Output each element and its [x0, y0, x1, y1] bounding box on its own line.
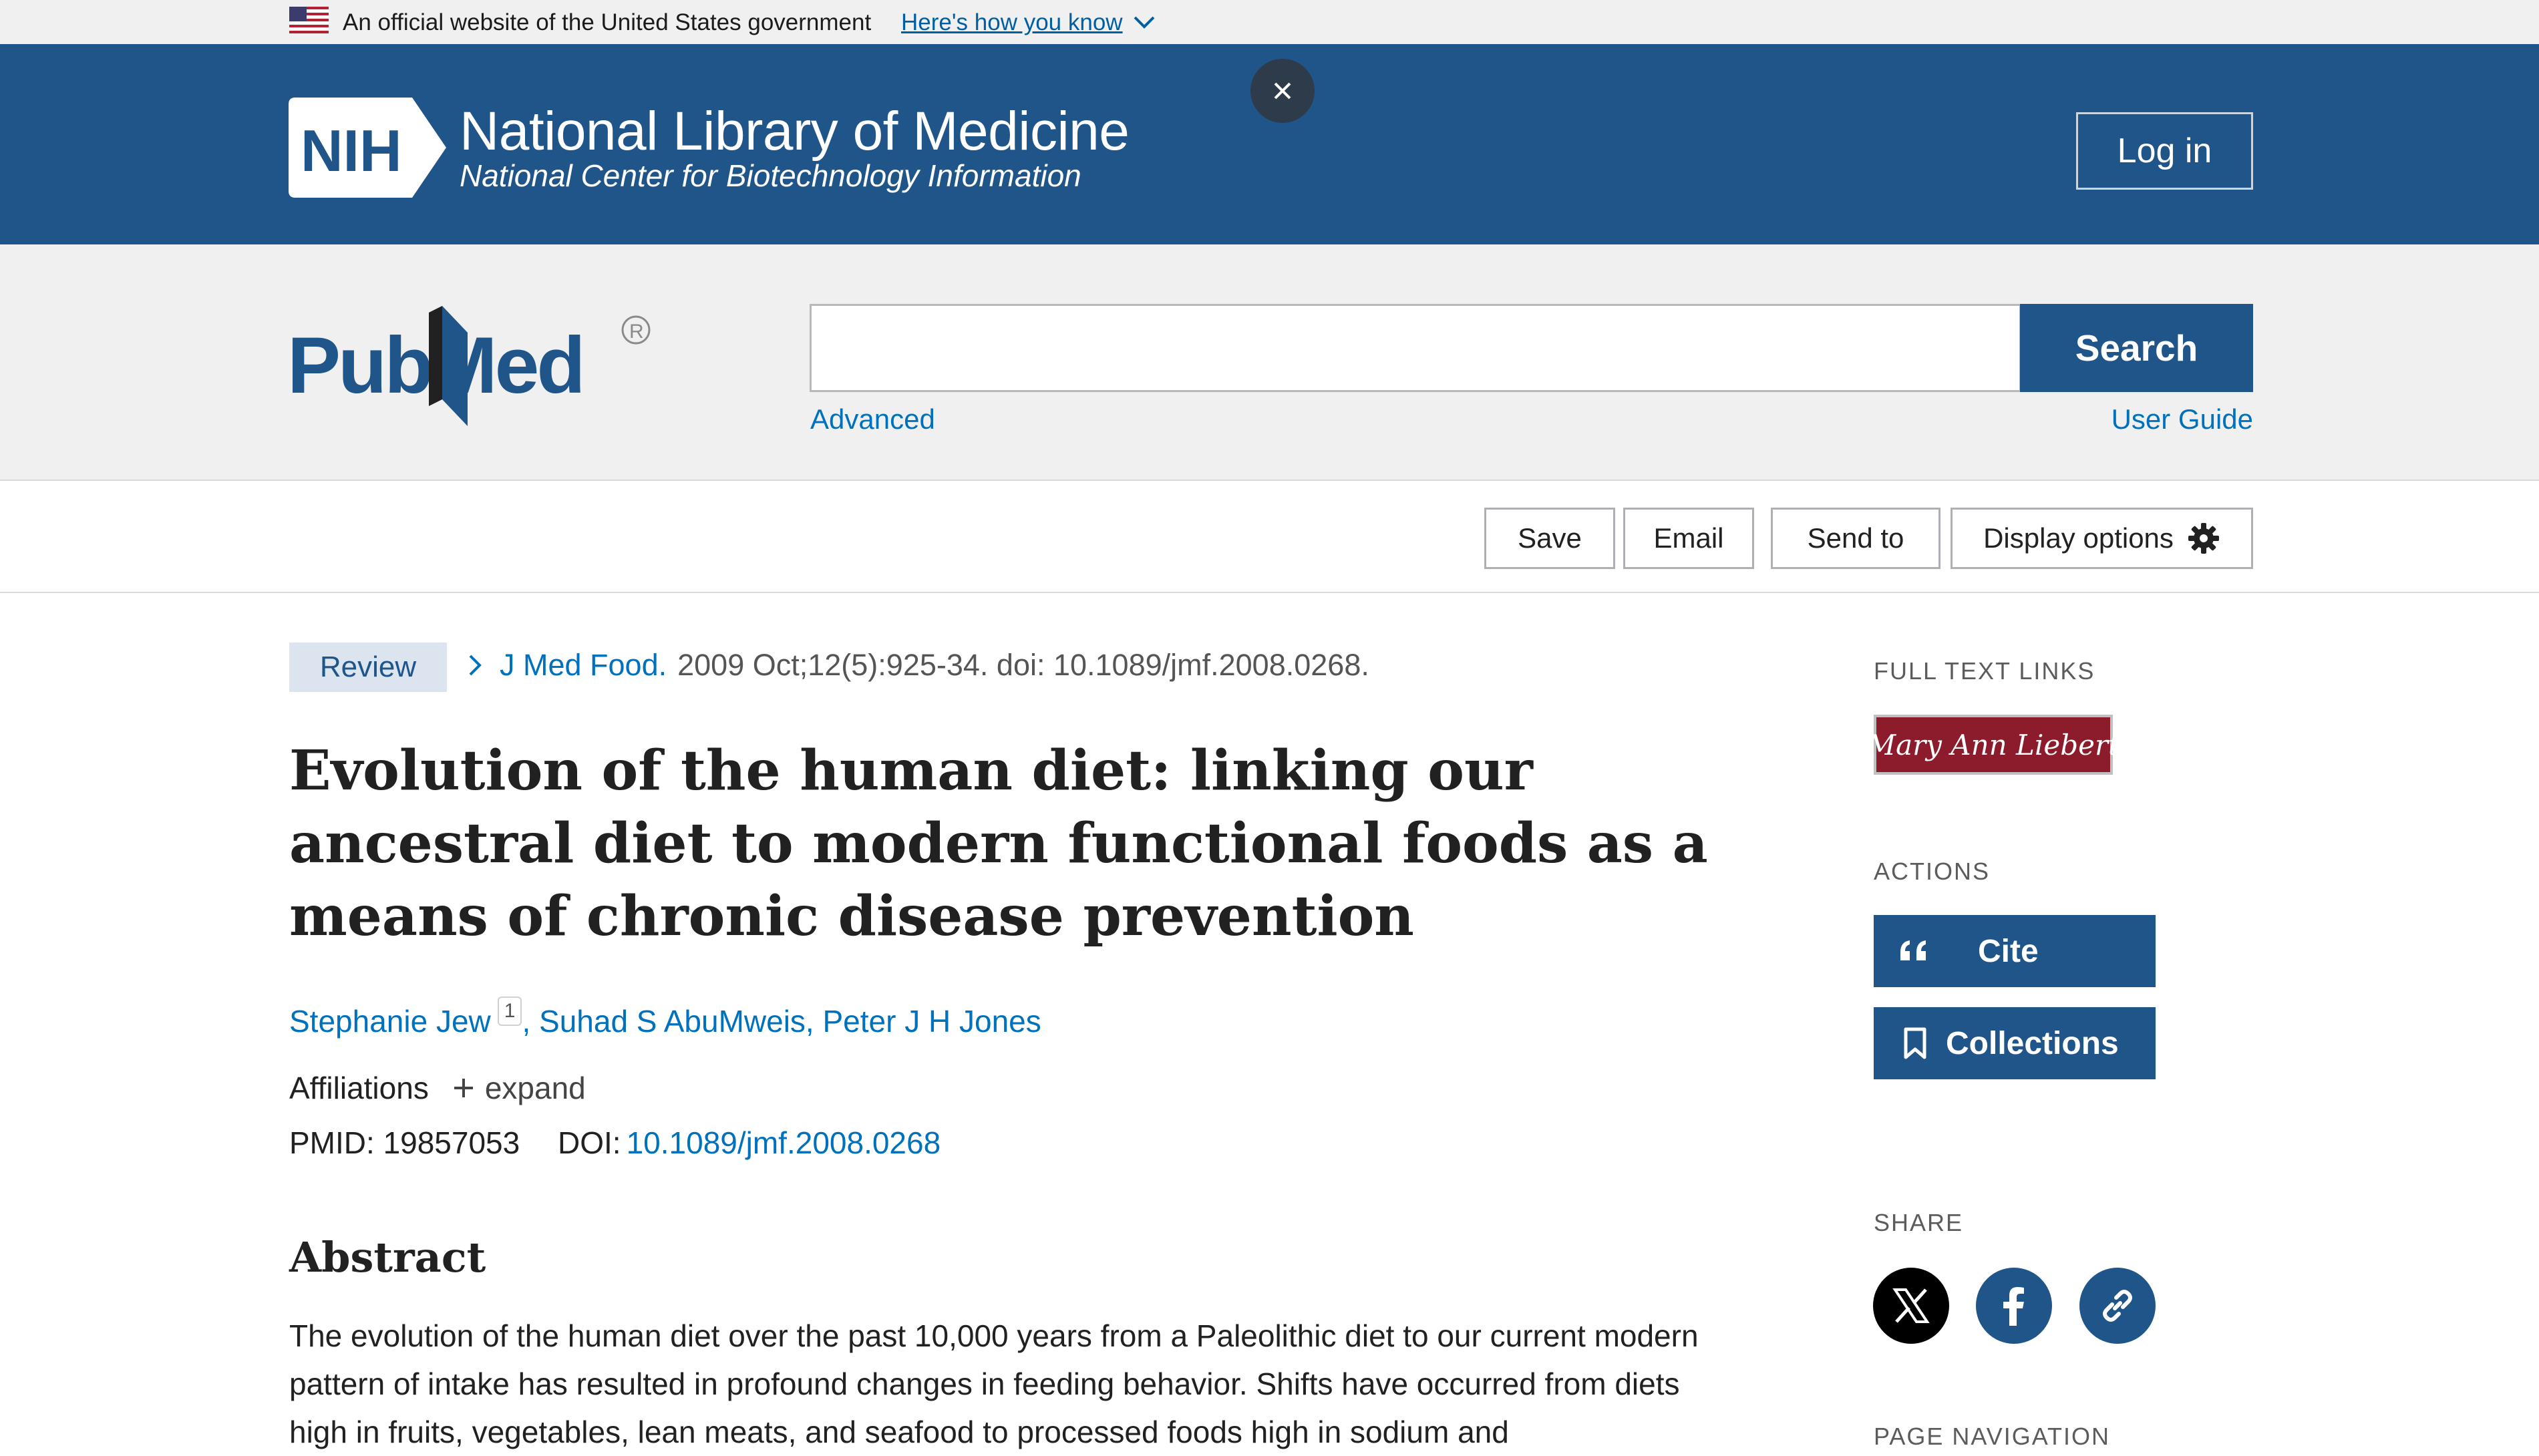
collections-label: Collections	[1946, 1025, 2119, 1061]
close-icon	[1274, 82, 1291, 100]
search-button[interactable]: Search	[2020, 304, 2253, 392]
nih-logo-text: NIH	[301, 118, 402, 184]
login-button[interactable]: Log in	[2076, 112, 2253, 190]
advanced-search-link[interactable]: Advanced	[810, 403, 935, 435]
link-icon	[2103, 1290, 2132, 1322]
facebook-icon	[2003, 1287, 2024, 1326]
doi-link[interactable]: 10.1089/jmf.2008.0268	[627, 1125, 941, 1160]
cite-label: Cite	[1978, 933, 2039, 969]
author-list: Stephanie Jew 1, Suhad S AbuMweis, Peter …	[289, 996, 1041, 1039]
share-heading: SHARE	[1874, 1209, 1964, 1236]
citation-line: J Med Food. 2009 Oct;12(5):925-34. doi: …	[466, 648, 1369, 683]
page-navigation-heading: PAGE NAVIGATION	[1874, 1423, 2111, 1450]
chevron-down-icon[interactable]	[1131, 12, 1158, 33]
search-input[interactable]	[810, 304, 2021, 392]
abstract-text: The evolution of the human diet over the…	[289, 1318, 1699, 1449]
affiliations-row: Affiliations expand	[289, 1070, 586, 1106]
copy-link-button[interactable]	[2079, 1268, 2156, 1344]
article-toolbar: Save Email Send to Display options	[0, 481, 2539, 593]
search-area: PubMed R Search Advanced User Guide	[0, 244, 2539, 481]
cite-button[interactable]: Cite	[1874, 915, 2156, 987]
actions-heading: ACTIONS	[1874, 858, 1991, 885]
publisher-logo-text: Mary Ann Liebert	[1867, 728, 2120, 761]
user-guide-link[interactable]: User Guide	[2111, 403, 2253, 435]
affiliations-expand-toggle[interactable]: expand	[452, 1070, 586, 1106]
share-facebook-button[interactable]	[1976, 1268, 2052, 1344]
affiliations-label: Affiliations	[289, 1071, 429, 1105]
x-logo-icon	[1892, 1288, 1930, 1323]
author-link[interactable]: Stephanie Jew	[289, 1004, 491, 1039]
plus-icon	[454, 1079, 473, 1097]
collections-button[interactable]: Collections	[1874, 1007, 2156, 1079]
pmid-value: 19857053	[383, 1125, 520, 1160]
display-options-button[interactable]: Display options	[1951, 508, 2253, 569]
pubmed-logo[interactable]: PubMed R	[287, 293, 653, 426]
send-to-button[interactable]: Send to	[1771, 508, 1940, 569]
abstract-heading: Abstract	[289, 1233, 486, 1282]
affiliation-ref-badge[interactable]: 1	[497, 996, 522, 1026]
email-button[interactable]: Email	[1623, 508, 1754, 569]
pmid-label: PMID:	[289, 1125, 375, 1160]
display-options-label: Display options	[1983, 522, 2174, 554]
gov-banner-text: An official website of the United States…	[343, 9, 872, 35]
article-identifiers: PMID: 19857053 DOI: 10.1089/jmf.2008.0268	[289, 1125, 941, 1161]
us-flag-icon	[289, 7, 329, 33]
save-button[interactable]: Save	[1484, 508, 1615, 569]
article-type-badge: Review	[289, 643, 447, 692]
author-link[interactable]: Suhad S AbuMweis	[539, 1004, 806, 1039]
gear-icon	[2188, 523, 2219, 554]
svg-text:R: R	[629, 321, 644, 343]
citation-text: 2009 Oct;12(5):925-34. doi: 10.1089/jmf.…	[677, 648, 1369, 682]
bookmark-icon	[1895, 1027, 1935, 1060]
article-title: Evolution of the human diet: linking our…	[289, 739, 1708, 948]
share-x-button[interactable]	[1873, 1268, 1949, 1344]
ncbi-subtitle[interactable]: National Center for Biotechnology Inform…	[460, 158, 1081, 194]
nlm-title[interactable]: National Library of Medicine	[460, 100, 1130, 163]
author-link[interactable]: Peter J H Jones	[822, 1004, 1041, 1039]
close-button[interactable]	[1250, 59, 1315, 123]
chevron-right-icon[interactable]	[466, 652, 485, 679]
nih-logo[interactable]: NIH	[289, 98, 446, 198]
doi-label: DOI:	[558, 1125, 621, 1160]
quote-icon	[1895, 938, 1935, 964]
heres-how-you-know-link[interactable]: Here's how you know	[901, 9, 1123, 36]
publisher-full-text-link[interactable]: Mary Ann Liebert	[1867, 715, 2120, 775]
ncbi-header: NIH National Library of Medicine Nationa…	[0, 44, 2539, 244]
expand-label: expand	[484, 1071, 586, 1105]
gov-banner: An official website of the United States…	[0, 0, 2539, 44]
full-text-links-heading: FULL TEXT LINKS	[1874, 657, 2095, 685]
journal-link[interactable]: J Med Food.	[500, 648, 667, 683]
